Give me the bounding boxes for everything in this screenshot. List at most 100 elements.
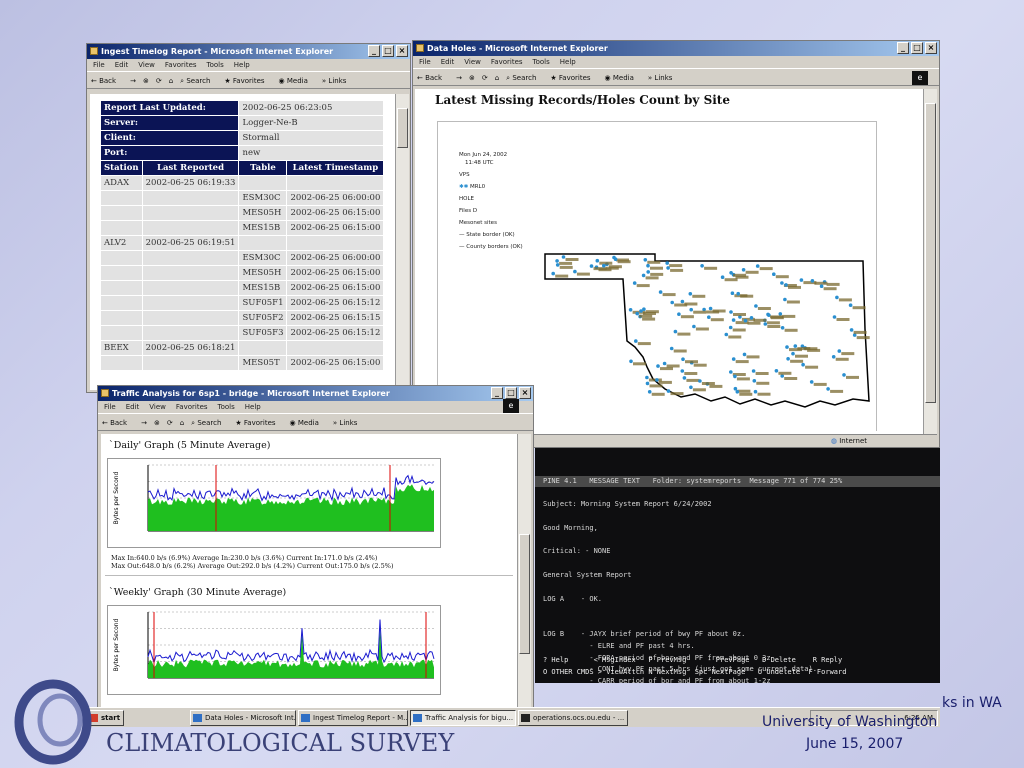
table-cell: ESM30C <box>238 250 288 266</box>
station-label-mark <box>605 266 619 270</box>
back-button[interactable]: ← Back <box>417 74 449 82</box>
holes-scrollbar[interactable] <box>923 89 937 434</box>
close-button[interactable]: × <box>519 387 531 399</box>
minimize-button[interactable]: _ <box>897 42 909 54</box>
menu-favorites[interactable]: Favorites <box>491 58 523 66</box>
holes-title: Data Holes - Microsoft Internet Explorer <box>427 44 608 53</box>
maximize-button[interactable]: □ <box>382 45 394 57</box>
menu-edit[interactable]: Edit <box>115 61 129 69</box>
station-marker <box>573 269 577 274</box>
ingest-titlebar[interactable]: Ingest Timelog Report - Microsoft Intern… <box>87 44 410 59</box>
media-button[interactable]: ◉ Media <box>279 77 315 85</box>
station-label-mark <box>745 270 759 274</box>
last-reported-cell <box>141 310 240 326</box>
links-button[interactable]: » Links <box>322 77 354 85</box>
scroll-thumb[interactable] <box>397 108 408 148</box>
station-label-mark <box>650 266 663 270</box>
search-button[interactable]: ⌕ Search <box>191 419 228 427</box>
menu-file[interactable]: File <box>419 58 431 66</box>
maximize-button[interactable]: □ <box>505 387 517 399</box>
traffic-window[interactable]: Traffic Analysis for 6sp1 - bridge - Mic… <box>97 385 534 710</box>
menu-view[interactable]: View <box>464 58 481 66</box>
table-row: SUF05F3 2002-06-25 06:15:12 <box>100 325 385 341</box>
station-label-mark <box>633 362 646 366</box>
ingest-scrollbar[interactable] <box>395 94 409 390</box>
favorites-button[interactable]: ★ Favorites <box>550 74 597 82</box>
menu-file[interactable]: File <box>104 403 116 411</box>
task-ingest[interactable]: Ingest Timelog Report - M... <box>298 710 408 726</box>
menu-help[interactable]: Help <box>234 61 250 69</box>
media-button[interactable]: ◉ Media <box>605 74 641 82</box>
table-cell <box>238 340 288 356</box>
forward-button[interactable]: → <box>141 419 147 427</box>
menu-line-1[interactable]: ? Help < MsgIndex P PrevMsg - PrevPage D… <box>543 655 846 667</box>
task-data-holes[interactable]: Data Holes - Microsoft Int... <box>190 710 296 726</box>
stop-button[interactable]: ⊗ <box>143 77 149 85</box>
menu-view[interactable]: View <box>149 403 166 411</box>
home-button[interactable]: ⌂ <box>169 77 173 85</box>
traffic-scrollbar[interactable] <box>517 434 531 707</box>
media-button[interactable]: ◉ Media <box>290 419 326 427</box>
menu-edit[interactable]: Edit <box>441 58 455 66</box>
station-marker <box>655 378 659 382</box>
task-operations[interactable]: operations.ocs.ou.edu - ... <box>518 710 628 726</box>
search-button[interactable]: ⌕ Search <box>506 74 543 82</box>
minimize-button[interactable]: _ <box>491 387 503 399</box>
column-header: Station <box>100 160 143 176</box>
legend-county: — County borders (OK) <box>459 244 523 250</box>
scroll-thumb[interactable] <box>925 103 936 403</box>
station-marker <box>589 264 594 268</box>
menu-help[interactable]: Help <box>560 58 576 66</box>
home-button[interactable]: ⌂ <box>495 74 499 82</box>
maximize-button[interactable]: □ <box>911 42 923 54</box>
back-button[interactable]: ← Back <box>102 419 134 427</box>
traffic-titlebar[interactable]: Traffic Analysis for 6sp1 - bridge - Mic… <box>98 386 533 401</box>
favorites-button[interactable]: ★ Favorites <box>224 77 271 85</box>
menu-tools[interactable]: Tools <box>218 403 235 411</box>
menu-view[interactable]: View <box>138 61 155 69</box>
ingest-title: Ingest Timelog Report - Microsoft Intern… <box>101 47 334 56</box>
menu-file[interactable]: File <box>93 61 105 69</box>
last-reported-cell <box>141 250 240 266</box>
station-label-mark <box>684 372 698 375</box>
holes-titlebar[interactable]: Data Holes - Microsoft Internet Explorer… <box>413 41 939 56</box>
ie-icon <box>301 714 310 722</box>
station-label-mark <box>677 332 691 336</box>
table-cell <box>238 175 288 191</box>
favorites-button[interactable]: ★ Favorites <box>235 419 282 427</box>
station-marker <box>645 375 649 380</box>
menu-tools[interactable]: Tools <box>207 61 224 69</box>
menu-edit[interactable]: Edit <box>126 403 140 411</box>
refresh-button[interactable]: ⟳ <box>482 74 488 82</box>
forward-button[interactable]: → <box>130 77 136 85</box>
refresh-button[interactable]: ⟳ <box>167 419 173 427</box>
pine-terminal[interactable]: PINE 4.1 MESSAGE TEXT Folder: systemrepo… <box>535 448 940 683</box>
forward-button[interactable]: → <box>456 74 462 82</box>
email-line: Subject: Morning System Report 6/24/2002 <box>543 500 712 509</box>
scroll-thumb[interactable] <box>519 534 530 654</box>
minimize-button[interactable]: _ <box>368 45 380 57</box>
task-traffic[interactable]: Traffic Analysis for bigu... <box>410 710 516 726</box>
close-button[interactable]: × <box>925 42 937 54</box>
station-marker <box>681 357 685 361</box>
table-row: MES05T 2002-06-25 06:15:00 <box>100 355 385 371</box>
close-button[interactable]: × <box>396 45 408 57</box>
back-button[interactable]: ← Back <box>91 77 123 85</box>
menu-favorites[interactable]: Favorites <box>176 403 208 411</box>
stop-button[interactable]: ⊗ <box>469 74 475 82</box>
menu-favorites[interactable]: Favorites <box>165 61 197 69</box>
stop-button[interactable]: ⊗ <box>154 419 160 427</box>
refresh-button[interactable]: ⟳ <box>156 77 162 85</box>
search-button[interactable]: ⌕ Search <box>180 77 217 85</box>
menu-line-2[interactable]: O OTHER CMDS > ViewAttch N NextMsg Spc N… <box>543 667 846 679</box>
station-label-mark <box>740 294 754 298</box>
menu-tools[interactable]: Tools <box>533 58 550 66</box>
links-button[interactable]: » Links <box>648 74 680 82</box>
station-label-mark <box>686 378 700 382</box>
menu-help[interactable]: Help <box>245 403 261 411</box>
station-label-mark <box>674 303 688 307</box>
station-label-mark <box>670 392 684 396</box>
home-button[interactable]: ⌂ <box>180 419 184 427</box>
ingest-window[interactable]: Ingest Timelog Report - Microsoft Intern… <box>86 43 411 393</box>
links-button[interactable]: » Links <box>333 419 365 427</box>
